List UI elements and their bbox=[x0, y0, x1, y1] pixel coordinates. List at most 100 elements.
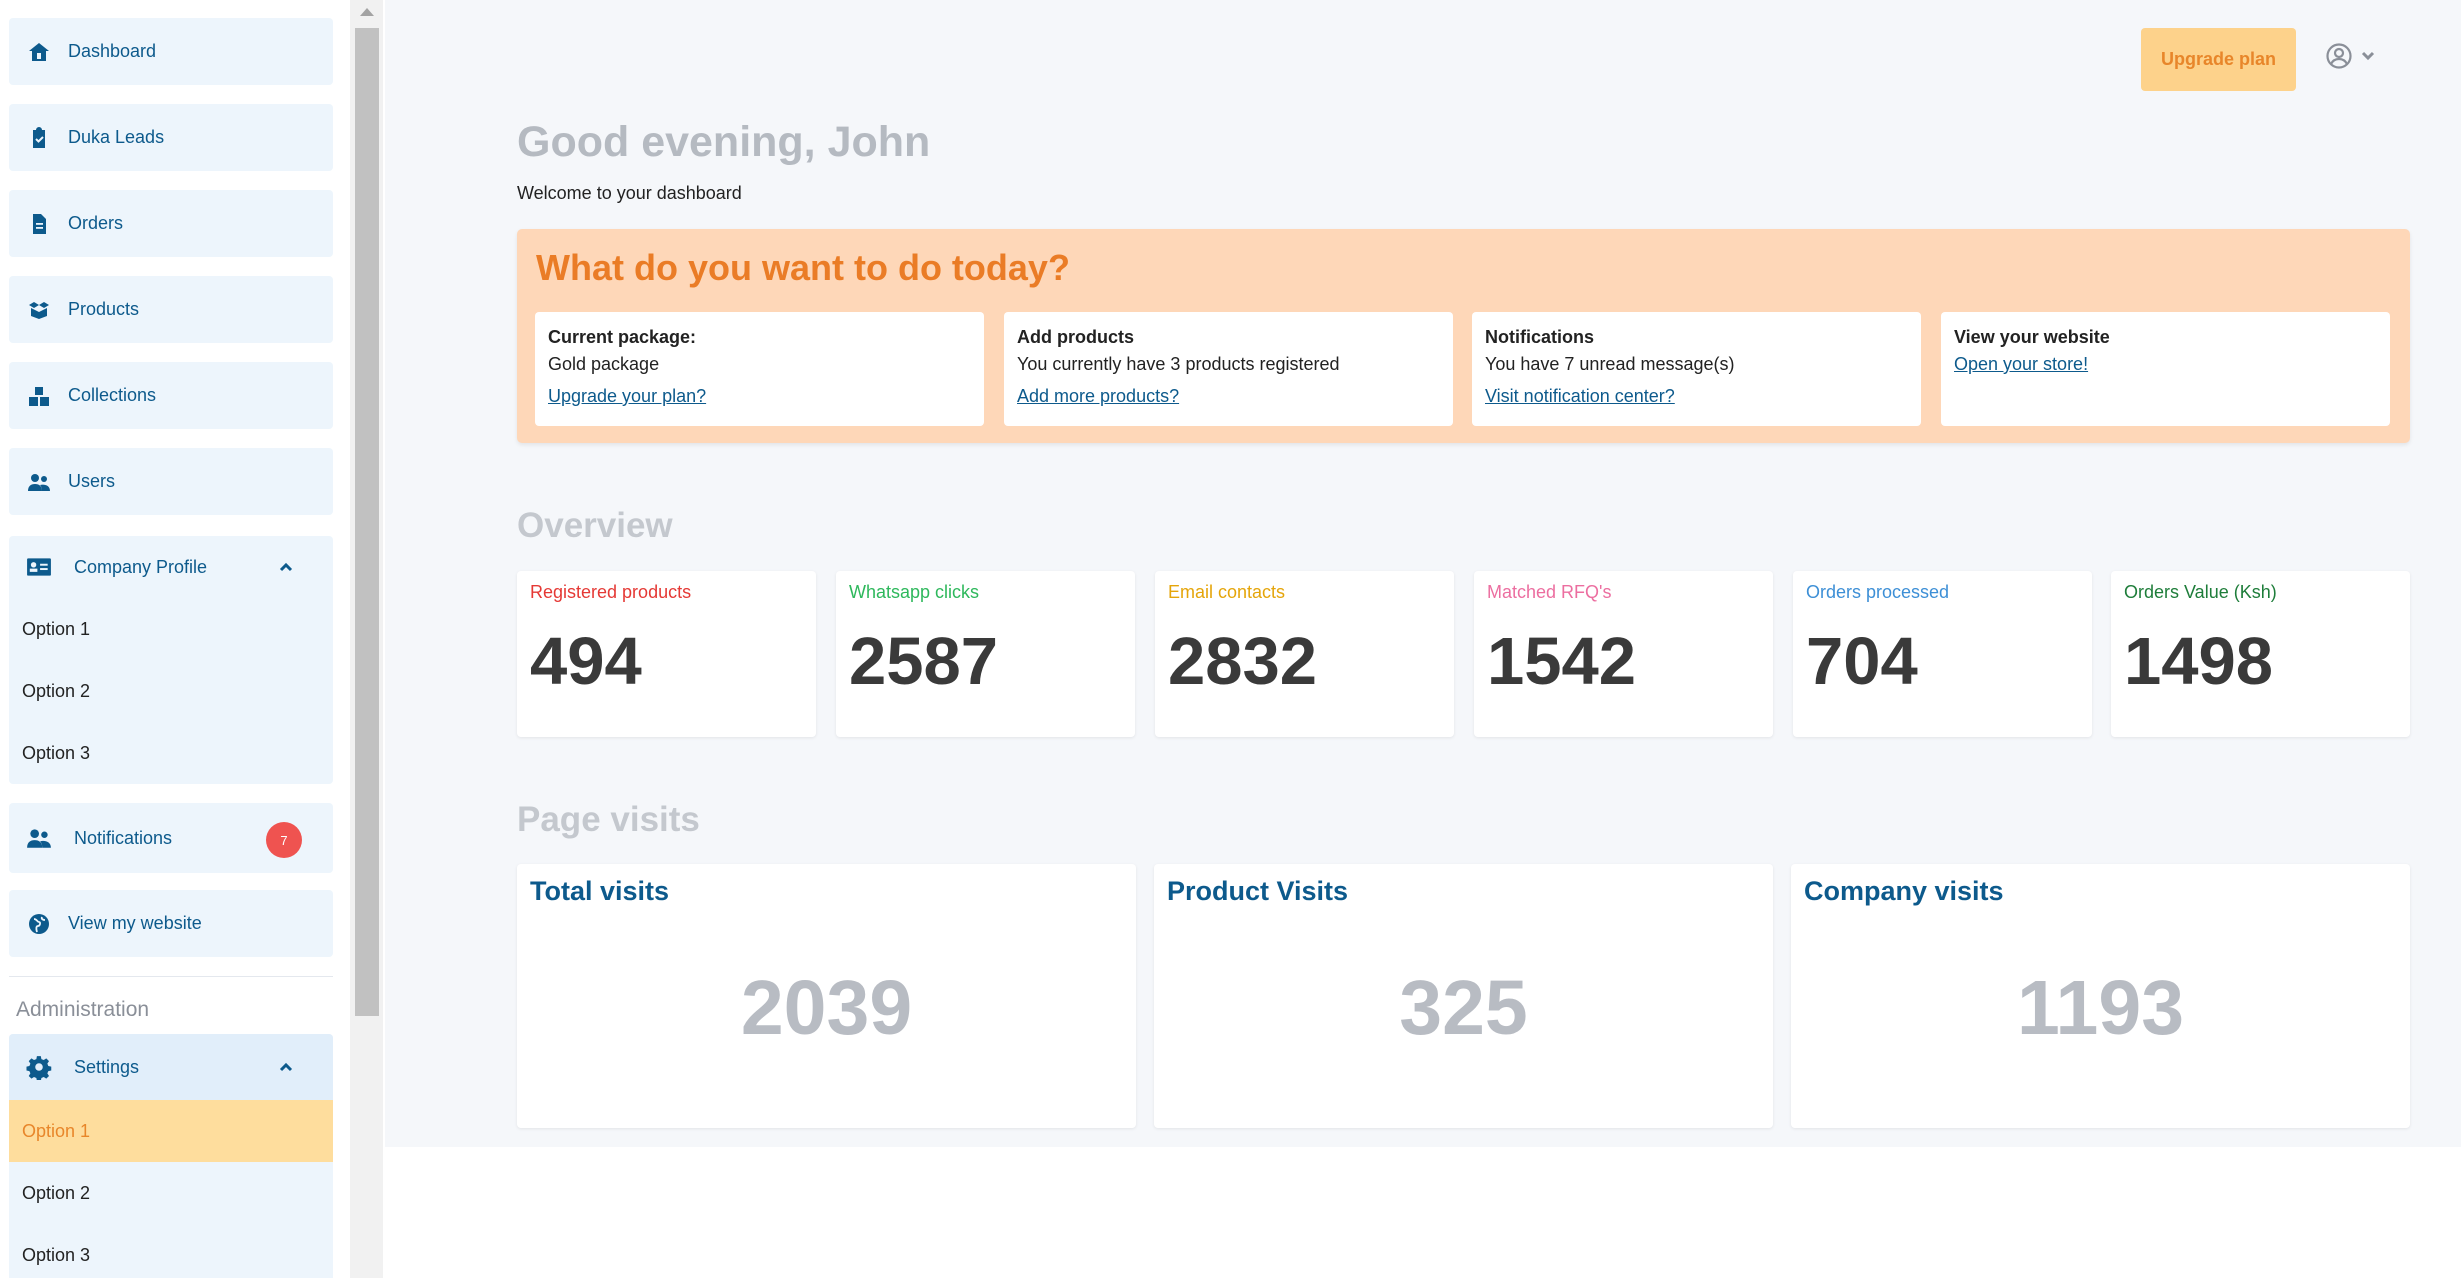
visit-label: Total visits bbox=[530, 876, 670, 906]
sidebar-item-duka-leads[interactable]: Duka Leads bbox=[9, 104, 333, 171]
notification-center-link[interactable]: Visit notification center? bbox=[1485, 380, 1908, 412]
visit-value: 325 bbox=[1399, 965, 1528, 1051]
todo-panel: What do you want to do today? Current pa… bbox=[517, 229, 2410, 443]
stat-card-email-contacts: Email contacts 2832 bbox=[1155, 571, 1454, 737]
stat-card-registered-products: Registered products 494 bbox=[517, 571, 816, 737]
stat-value: 1542 bbox=[1487, 624, 1637, 699]
card-text: You have 7 unread message(s) bbox=[1485, 354, 1735, 374]
open-store-link[interactable]: Open your store! bbox=[1954, 348, 2377, 380]
id-card-icon bbox=[26, 554, 52, 580]
stat-label: Matched RFQ's bbox=[1487, 582, 1612, 602]
visit-card-product: Product Visits 325 bbox=[1154, 864, 1773, 1128]
company-profile-option-1[interactable]: Option 1 bbox=[9, 598, 333, 660]
settings-option-3[interactable]: Option 3 bbox=[9, 1224, 333, 1278]
settings-option-2[interactable]: Option 2 bbox=[9, 1162, 333, 1224]
chevron-down-icon bbox=[2359, 47, 2377, 70]
sidebar-item-products[interactable]: Products bbox=[9, 276, 333, 343]
sidebar-item-orders[interactable]: Orders bbox=[9, 190, 333, 257]
main-content: Upgrade plan Good evening, John Welcome … bbox=[385, 0, 2461, 1147]
scrollbar-thumb[interactable] bbox=[355, 28, 379, 1016]
sidebar-item-label: Products bbox=[68, 299, 140, 319]
settings-group: Settings Option 1 Option 2 Option 3 bbox=[9, 1034, 333, 1278]
company-profile-label: Company Profile bbox=[74, 556, 208, 577]
stat-value: 494 bbox=[530, 624, 642, 699]
users-icon bbox=[26, 469, 52, 495]
greeting-heading: Good evening, John bbox=[517, 118, 931, 166]
administration-heading: Administration bbox=[16, 998, 150, 1021]
stat-card-orders-processed: Orders processed 704 bbox=[1793, 571, 2092, 737]
stat-card-matched-rfqs: Matched RFQ's 1542 bbox=[1474, 571, 1773, 737]
upgrade-plan-link[interactable]: Upgrade your plan? bbox=[548, 380, 971, 412]
notifications-card: Notifications You have 7 unread message(… bbox=[1472, 312, 1921, 426]
upgrade-plan-button[interactable]: Upgrade plan bbox=[2141, 28, 2296, 91]
stat-value: 2832 bbox=[1168, 624, 1318, 699]
welcome-text: Welcome to your dashboard bbox=[517, 183, 742, 203]
card-title: View your website bbox=[1954, 327, 2110, 347]
user-menu[interactable] bbox=[2325, 42, 2377, 75]
card-text: Gold package bbox=[548, 354, 660, 374]
notification-badge: 7 bbox=[266, 822, 302, 858]
page-visits-heading: Page visits bbox=[517, 800, 700, 839]
document-icon bbox=[26, 211, 52, 237]
card-title: Add products bbox=[1017, 327, 1134, 347]
sidebar-item-label: View my website bbox=[68, 913, 202, 933]
company-profile-option-3[interactable]: Option 3 bbox=[9, 722, 333, 784]
visit-label: Product Visits bbox=[1167, 876, 1349, 906]
view-website-card: View your website Open your store! bbox=[1941, 312, 2390, 426]
sidebar-item-label: Notifications bbox=[74, 827, 173, 848]
scroll-up-arrow-icon[interactable] bbox=[360, 8, 374, 16]
home-icon bbox=[26, 39, 52, 65]
visit-card-total: Total visits 2039 bbox=[517, 864, 1136, 1128]
stat-label: Orders Value (Ksh) bbox=[2124, 582, 2277, 602]
company-profile-option-2[interactable]: Option 2 bbox=[9, 660, 333, 722]
current-package-card: Current package: Gold package Upgrade yo… bbox=[535, 312, 984, 426]
stat-label: Email contacts bbox=[1168, 582, 1286, 602]
stat-card-whatsapp-clicks: Whatsapp clicks 2587 bbox=[836, 571, 1135, 737]
sidebar-item-dashboard[interactable]: Dashboard bbox=[9, 18, 333, 85]
stat-label: Registered products bbox=[530, 582, 692, 602]
sidebar-item-collections[interactable]: Collections bbox=[9, 362, 333, 429]
overview-heading: Overview bbox=[517, 506, 673, 545]
sidebar-item-notifications[interactable]: Notifications 7 bbox=[9, 803, 333, 873]
chevron-up-icon bbox=[277, 558, 295, 576]
visit-card-company: Company visits 1193 bbox=[1791, 864, 2410, 1128]
visit-value: 2039 bbox=[740, 965, 913, 1051]
stat-value: 2587 bbox=[849, 624, 999, 699]
sidebar-item-label: Duka Leads bbox=[68, 127, 165, 147]
stat-label: Whatsapp clicks bbox=[849, 582, 980, 602]
box-icon bbox=[26, 297, 52, 323]
stat-value: 704 bbox=[1806, 624, 1918, 699]
stat-label: Orders processed bbox=[1806, 582, 1950, 602]
settings-label: Settings bbox=[74, 1056, 140, 1077]
gear-icon bbox=[26, 1054, 52, 1080]
add-more-products-link[interactable]: Add more products? bbox=[1017, 380, 1440, 412]
settings-option-1[interactable]: Option 1 bbox=[9, 1100, 333, 1162]
card-text: You currently have 3 products registered bbox=[1017, 354, 1340, 374]
add-products-card: Add products You currently have 3 produc… bbox=[1004, 312, 1453, 426]
stat-card-orders-value: Orders Value (Ksh) 1498 bbox=[2111, 571, 2410, 737]
sidebar-item-label: Dashboard bbox=[68, 41, 157, 61]
divider bbox=[9, 976, 333, 977]
sidebar-item-label: Users bbox=[68, 471, 116, 491]
todo-title: What do you want to do today? bbox=[536, 247, 1070, 288]
stat-value: 1498 bbox=[2124, 624, 2274, 699]
sidebar: Dashboard Duka Leads Orders Products Col… bbox=[0, 0, 350, 1278]
boxes-icon bbox=[26, 383, 52, 409]
company-profile-group: Company Profile Option 1 Option 2 Option… bbox=[9, 536, 333, 784]
sidebar-item-users[interactable]: Users bbox=[9, 448, 333, 515]
settings-toggle[interactable]: Settings bbox=[9, 1034, 333, 1100]
sidebar-item-label: Collections bbox=[68, 385, 157, 405]
chevron-up-icon bbox=[277, 1058, 295, 1076]
company-profile-toggle[interactable]: Company Profile bbox=[9, 536, 333, 598]
user-circle-icon bbox=[2325, 42, 2353, 75]
clipboard-check-icon bbox=[26, 125, 52, 151]
card-title: Current package: bbox=[548, 327, 697, 347]
globe-icon bbox=[26, 911, 52, 937]
visit-label: Company visits bbox=[1804, 876, 2004, 906]
users-icon bbox=[26, 825, 52, 851]
sidebar-scrollbar[interactable] bbox=[350, 0, 383, 1278]
visit-value: 1193 bbox=[2016, 965, 2185, 1051]
sidebar-item-label: Orders bbox=[68, 213, 124, 233]
sidebar-item-view-website[interactable]: View my website bbox=[9, 890, 333, 957]
card-title: Notifications bbox=[1485, 327, 1595, 347]
